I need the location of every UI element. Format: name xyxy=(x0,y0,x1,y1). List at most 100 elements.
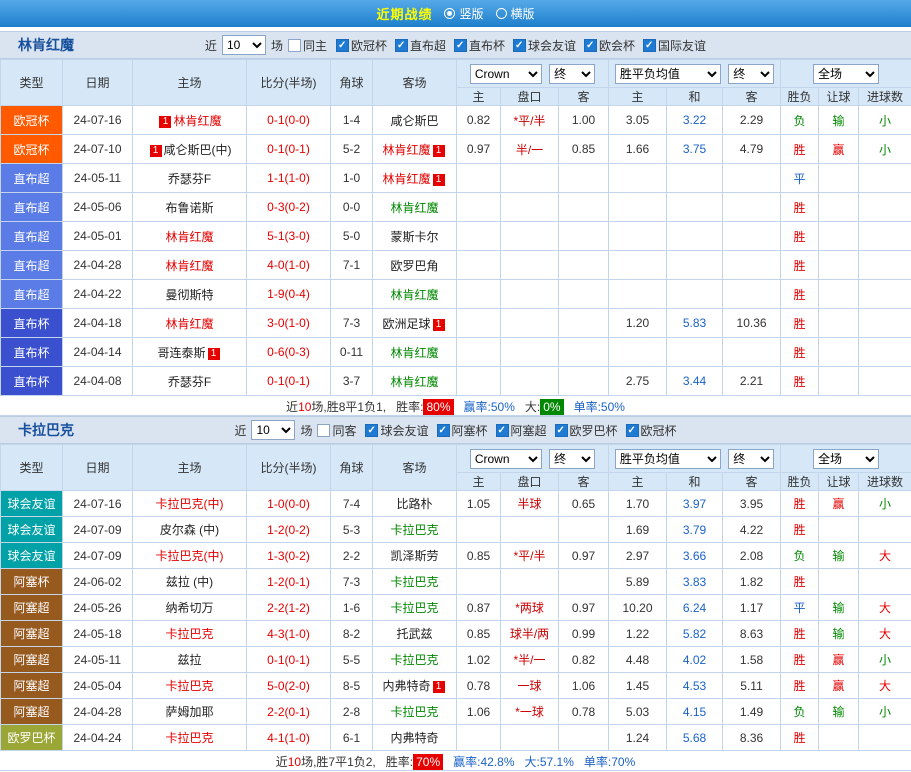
avg-home-cell: 5.03 xyxy=(609,699,667,725)
same-venue-checkbox[interactable] xyxy=(288,39,301,52)
competition-checkbox[interactable] xyxy=(555,424,568,437)
odds-home-cell xyxy=(457,367,501,396)
team-link: 咸仑斯巴(中) xyxy=(164,143,232,157)
result-cell: 胜 xyxy=(781,251,819,280)
avg-away-cell: 8.36 xyxy=(723,725,781,751)
odds-stage-select[interactable]: 终 xyxy=(549,449,595,469)
summary-label: 大: xyxy=(525,400,540,414)
avg-draw-cell: 3.44 xyxy=(667,367,723,396)
odds-away-cell: 0.99 xyxy=(559,621,609,647)
handicap-result-cell xyxy=(819,222,859,251)
col-header-odds-handicap: 盘口 xyxy=(501,473,559,491)
odds-home-cell xyxy=(457,338,501,367)
competition-checkbox[interactable] xyxy=(454,39,467,52)
bookmaker-select[interactable]: Crown xyxy=(470,64,542,84)
scope-group-header: 全场 xyxy=(781,445,911,473)
scope-select[interactable]: 全场 xyxy=(813,449,879,469)
competition-checkbox[interactable] xyxy=(365,424,378,437)
corner-cell: 1-0 xyxy=(331,164,373,193)
handicap-result-cell: 赢 xyxy=(819,647,859,673)
type-cell: 直布杯 xyxy=(1,367,63,396)
score-cell: 1-3(0-2) xyxy=(247,543,331,569)
layout-option-vertical[interactable]: 竖版 xyxy=(444,5,483,22)
rank-badge: 1 xyxy=(159,116,171,128)
date-cell: 24-07-16 xyxy=(63,106,133,135)
score-cell: 1-2(0-2) xyxy=(247,517,331,543)
competition-checkbox[interactable] xyxy=(437,424,450,437)
goals-result-cell xyxy=(859,280,911,309)
team-header: 卡拉巴克 近 10 场 同客 球会友谊阿塞杯阿塞超欧罗巴杯欧冠杯 xyxy=(0,416,911,444)
type-cell: 直布杯 xyxy=(1,309,63,338)
match-row: 直布杯24-04-08乔瑟芬F0-1(0-1)3-7林肯红魔2.753.442.… xyxy=(1,367,911,396)
col-header-date: 日期 xyxy=(63,60,133,106)
handicap-result-cell xyxy=(819,193,859,222)
odds-away-cell xyxy=(559,222,609,251)
avg-home-cell xyxy=(609,193,667,222)
avg-odds-select[interactable]: 胜平负均值 xyxy=(615,449,721,469)
col-header-avg-draw: 和 xyxy=(667,88,723,106)
handicap-result-cell xyxy=(819,338,859,367)
odds-group-header: Crown 终 xyxy=(457,60,609,88)
same-venue-label: 同客 xyxy=(332,422,356,439)
odds-stage-select[interactable]: 终 xyxy=(549,64,595,84)
horizontal-radio[interactable] xyxy=(496,8,507,19)
competition-checkbox[interactable] xyxy=(643,39,656,52)
top-bar: 近期战绩 竖版 横版 xyxy=(0,0,911,27)
avg-stage-select[interactable]: 终 xyxy=(728,449,774,469)
competition-checkbox[interactable] xyxy=(496,424,509,437)
competition-filter[interactable]: 阿塞杯 xyxy=(437,422,488,439)
competition-filter[interactable]: 球会友谊 xyxy=(513,37,576,54)
same-venue-filter[interactable]: 同主 xyxy=(288,37,327,54)
handicap-result-cell: 赢 xyxy=(819,135,859,164)
home-team-cell: 卡拉巴克(中) xyxy=(133,491,247,517)
competition-checkbox[interactable] xyxy=(395,39,408,52)
competition-filter[interactable]: 直布超 xyxy=(395,37,446,54)
competition-filter[interactable]: 欧冠杯 xyxy=(336,37,387,54)
corner-cell: 1-4 xyxy=(331,106,373,135)
col-header-home: 主场 xyxy=(133,445,247,491)
type-cell: 直布超 xyxy=(1,280,63,309)
handicap-result-cell xyxy=(819,164,859,193)
match-row: 球会友谊24-07-16卡拉巴克(中)1-0(0-0)7-4比路朴1.05半球0… xyxy=(1,491,911,517)
avg-home-cell: 1.66 xyxy=(609,135,667,164)
competition-filter[interactable]: 直布杯 xyxy=(454,37,505,54)
scope-select[interactable]: 全场 xyxy=(813,64,879,84)
avg-stage-select[interactable]: 终 xyxy=(728,64,774,84)
competition-filter[interactable]: 阿塞超 xyxy=(496,422,547,439)
odds-away-cell xyxy=(559,280,609,309)
rounds-select[interactable]: 10 xyxy=(222,35,266,55)
vertical-radio[interactable] xyxy=(444,8,455,19)
col-header-odds-away: 客 xyxy=(559,473,609,491)
competition-filter[interactable]: 球会友谊 xyxy=(365,422,428,439)
goals-result-cell: 大 xyxy=(859,673,911,699)
competition-filter[interactable]: 欧会杯 xyxy=(584,37,635,54)
home-team-cell: 兹拉 (中) xyxy=(133,569,247,595)
same-venue-filter[interactable]: 同客 xyxy=(317,422,356,439)
avg-home-cell: 1.24 xyxy=(609,725,667,751)
col-header-avg-home: 主 xyxy=(609,473,667,491)
date-cell: 24-05-04 xyxy=(63,673,133,699)
win-rate-label: 胜率: xyxy=(386,755,413,769)
competition-checkbox[interactable] xyxy=(626,424,639,437)
team-link: 卡拉巴克 xyxy=(390,653,438,667)
same-venue-checkbox[interactable] xyxy=(317,424,330,437)
avg-draw-cell: 4.02 xyxy=(667,647,723,673)
handicap-result-cell xyxy=(819,280,859,309)
away-team-cell: 欧洲足球1 xyxy=(373,309,457,338)
odds-away-cell xyxy=(559,367,609,396)
competition-filter[interactable]: 国际友谊 xyxy=(643,37,706,54)
bookmaker-select[interactable]: Crown xyxy=(470,449,542,469)
odds-handicap-cell xyxy=(501,222,559,251)
team-link: 欧洲足球 xyxy=(382,317,430,331)
competition-checkbox[interactable] xyxy=(513,39,526,52)
score-cell: 4-0(1-0) xyxy=(247,251,331,280)
avg-odds-select[interactable]: 胜平负均值 xyxy=(615,64,721,84)
competition-checkbox[interactable] xyxy=(584,39,597,52)
layout-option-horizontal[interactable]: 横版 xyxy=(496,5,535,22)
goals-result-cell: 大 xyxy=(859,621,911,647)
competition-filter[interactable]: 欧冠杯 xyxy=(626,422,677,439)
rounds-select[interactable]: 10 xyxy=(251,420,295,440)
competition-filter[interactable]: 欧罗巴杯 xyxy=(555,422,618,439)
competition-checkbox[interactable] xyxy=(336,39,349,52)
avg-draw-cell: 5.82 xyxy=(667,621,723,647)
